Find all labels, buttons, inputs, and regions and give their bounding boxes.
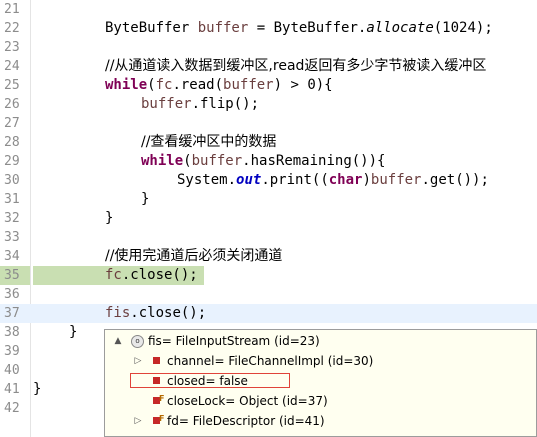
tree-item-label: fis= FileInputStream (id=23) <box>148 334 320 348</box>
collapsed-arrow-icon[interactable]: ▷ <box>133 411 143 431</box>
code-line: 22 ByteBuffer buffer = ByteBuffer.alloca… <box>0 19 537 38</box>
expanded-arrow-icon[interactable]: ▲ <box>113 331 123 351</box>
code-line: 34 //使用完通道后必须关闭通道 <box>0 247 537 266</box>
line-number: 39 <box>4 344 20 359</box>
code-line: 28 //查看缓冲区中的数据 <box>0 133 537 152</box>
final-field-icon <box>153 389 164 409</box>
code-line: 31 } <box>0 190 537 209</box>
code-line: 27 <box>0 114 537 133</box>
code-comment: //使用完通道后必须关闭通道 <box>105 248 283 264</box>
tree-item-label: fd= FileDescriptor (id=41) <box>167 414 325 428</box>
tree-item-fis[interactable]: ▲ o fis= FileInputStream (id=23) <box>105 331 536 351</box>
line-number: 37 <box>4 306 20 321</box>
line-number: 21 <box>4 2 20 17</box>
code-text: while(fc.read(buffer) > 0){ <box>105 77 333 93</box>
code-text: fc.close(); <box>105 267 198 283</box>
line-number: 24 <box>4 59 20 74</box>
code-text: } <box>141 191 150 207</box>
variable-inspect-popup[interactable]: ▲ o fis= FileInputStream (id=23) ▷ chann… <box>104 329 537 437</box>
execution-highlight-line: 35 fc.close(); <box>0 266 537 285</box>
code-text: buffer.flip(); <box>141 96 260 112</box>
line-number: 29 <box>4 154 20 169</box>
code-line: 23 <box>0 38 537 57</box>
code-text: fis.close(); <box>105 305 207 321</box>
line-number: 30 <box>4 173 20 188</box>
code-text: } <box>33 381 42 397</box>
line-number: 42 <box>4 401 20 416</box>
line-number: 33 <box>4 230 20 245</box>
code-line: 36 <box>0 285 537 304</box>
line-number: 40 <box>4 363 20 378</box>
field-icon <box>153 357 160 364</box>
final-field-icon <box>153 409 164 429</box>
tree-item-label: channel= FileChannelImpl (id=30) <box>167 354 374 368</box>
line-number: 26 <box>4 97 20 112</box>
line-number: 31 <box>4 192 20 207</box>
code-line: 33 <box>0 228 537 247</box>
current-line: 37 fis.close(); <box>0 304 537 323</box>
code-text: } <box>69 324 78 340</box>
code-line: 25 while(fc.read(buffer) > 0){ <box>0 76 537 95</box>
code-text: System.out.print((char)buffer.get()); <box>177 172 489 188</box>
tree-item-fd[interactable]: ▷ fd= FileDescriptor (id=41) <box>105 409 536 431</box>
line-number: 28 <box>4 135 20 150</box>
code-text: ByteBuffer buffer = ByteBuffer.allocate(… <box>105 20 493 36</box>
tree-item-channel[interactable]: ▷ channel= FileChannelImpl (id=30) <box>105 351 536 371</box>
collapsed-arrow-icon[interactable]: ▷ <box>133 351 143 371</box>
code-line: 30 System.out.print((char)buffer.get()); <box>0 171 537 190</box>
line-number: 32 <box>4 211 20 226</box>
annotation-highlight-box <box>130 373 290 388</box>
code-line: 32 } <box>0 209 537 228</box>
object-icon: o <box>131 335 144 348</box>
line-number: 27 <box>4 116 20 131</box>
line-number: 38 <box>4 325 20 340</box>
code-text: while(buffer.hasRemaining()){ <box>141 153 386 169</box>
code-line: 21 <box>0 0 537 19</box>
code-line: 26 buffer.flip(); <box>0 95 537 114</box>
tree-item-label: closeLock= Object (id=37) <box>167 394 328 408</box>
code-comment: //从通道读入数据到缓冲区,read返回有多少字节被读入缓冲区 <box>105 58 487 74</box>
line-number: 35 <box>4 268 20 283</box>
line-number: 41 <box>4 382 20 397</box>
code-text: } <box>105 210 114 226</box>
line-number: 34 <box>4 249 20 264</box>
code-line: 24 //从通道读入数据到缓冲区,read返回有多少字节被读入缓冲区 <box>0 57 537 76</box>
line-number: 36 <box>4 287 20 302</box>
line-number: 22 <box>4 21 20 36</box>
tree-item-closelock[interactable]: closeLock= Object (id=37) <box>105 389 536 411</box>
code-line: 29 while(buffer.hasRemaining()){ <box>0 152 537 171</box>
line-number: 25 <box>4 78 20 93</box>
line-number: 23 <box>4 40 20 55</box>
code-comment: //查看缓冲区中的数据 <box>141 134 277 150</box>
